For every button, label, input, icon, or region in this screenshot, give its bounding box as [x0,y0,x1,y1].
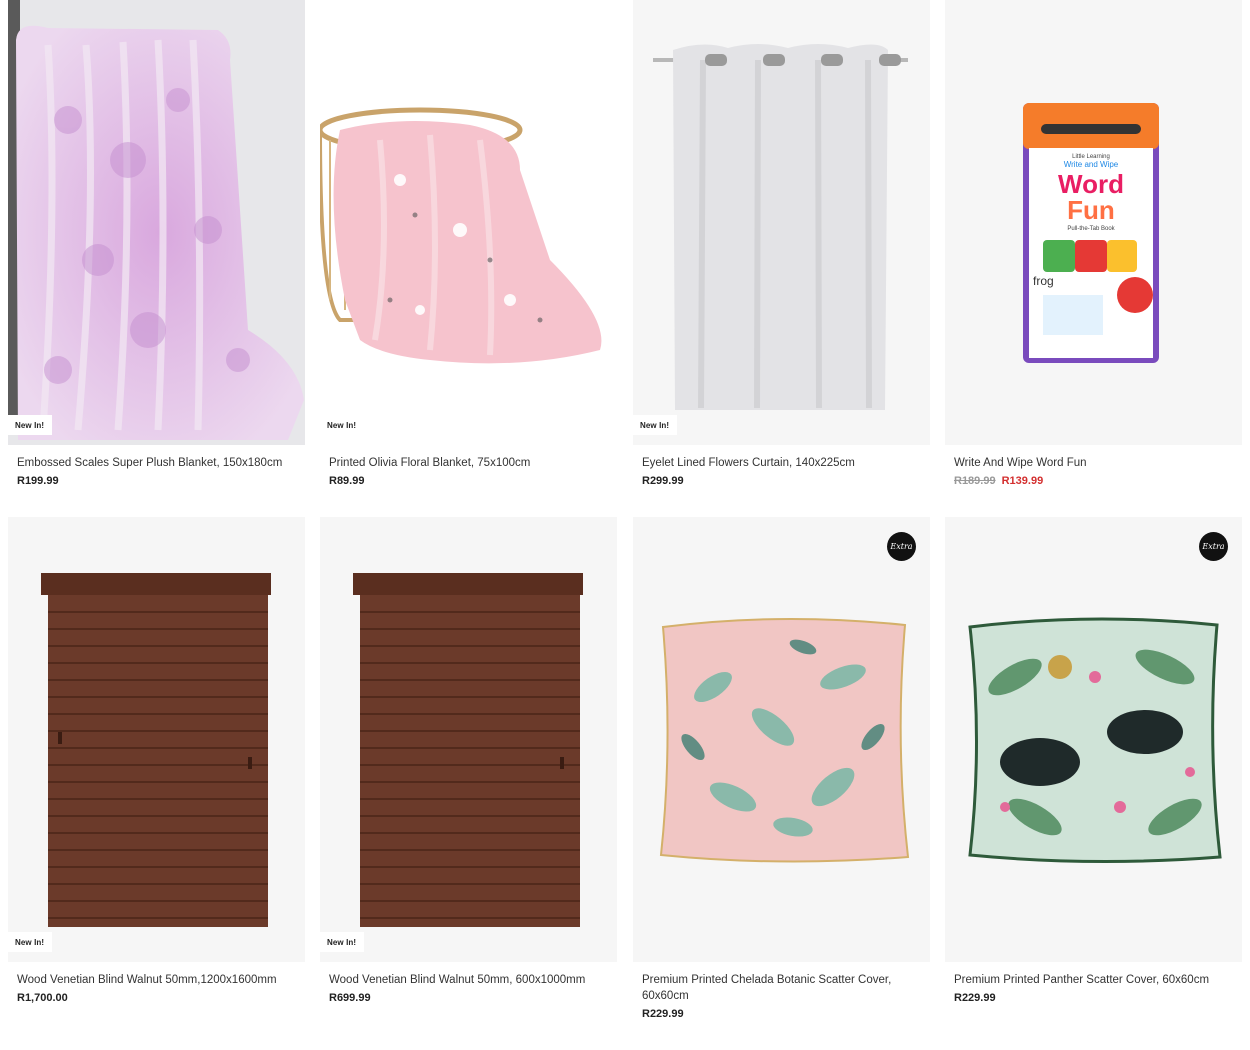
product-price: R199.99 [8,474,305,488]
current-price: R1,700.00 [17,992,68,1004]
product-price: R189.99 R139.99 [945,474,1242,488]
sale-price: R139.99 [1001,475,1044,487]
product-price: R89.99 [320,474,617,488]
extra-badge: Extra [1199,532,1228,561]
product-card[interactable]: New In! Embossed Scales Super Plush Blan… [8,0,305,488]
current-price: R699.99 [329,992,371,1004]
book-subtitle-text: Pull-the-Tab Book [1067,226,1115,232]
product-image-link[interactable]: New In! [320,517,617,962]
product-title-link[interactable]: Wood Venetian Blind Walnut 50mm,1200x160… [8,972,305,988]
product-title-link[interactable]: Premium Printed Panther Scatter Cover, 6… [945,972,1242,988]
new-in-badge: New In! [8,932,53,952]
extra-badge: Extra [887,532,916,561]
book-fun-text: Fun [1067,195,1115,225]
current-price: R199.99 [17,475,59,487]
product-image-link[interactable]: New In! [633,0,930,445]
product-grid: New In! Embossed Scales Super Plush Blan… [0,0,1250,1050]
blind-image [320,517,617,962]
product-image-link[interactable]: New In! [8,0,305,445]
product-card[interactable]: New In! Printed Olivia Floral Blanket, 7… [320,0,617,488]
product-title-link[interactable]: Printed Olivia Floral Blanket, 75x100cm [320,455,617,471]
product-price: R699.99 [320,991,617,1005]
current-price: R229.99 [954,992,996,1004]
current-price: R89.99 [329,475,365,487]
blind-image [8,517,305,962]
panther-cushion-image [945,517,1242,962]
curtain-image [633,0,930,445]
current-price: R299.99 [642,475,684,487]
new-in-badge: New In! [8,415,53,435]
product-price: R229.99 [945,991,1242,1005]
product-card[interactable]: New In! Wood Venetian Blind Walnut 50mm,… [8,517,305,1005]
new-in-badge: New In! [320,932,365,952]
product-title-link[interactable]: Eyelet Lined Flowers Curtain, 140x225cm [633,455,930,471]
product-image-link[interactable]: New In! [8,517,305,962]
was-price: R189.99 [954,475,996,487]
new-in-badge: New In! [320,415,365,435]
product-image-link[interactable]: Extra [945,517,1242,962]
product-title-link[interactable]: Wood Venetian Blind Walnut 50mm, 600x100… [320,972,617,988]
product-price: R1,700.00 [8,991,305,1005]
book-image: Little Learning Write and Wipe Word Fun … [945,0,1242,445]
book-line1-text: Write and Wipe [1064,160,1119,169]
product-image-link[interactable]: Extra [633,517,930,962]
blanket-basket-image [320,0,617,445]
product-title-link[interactable]: Write And Wipe Word Fun [945,455,1242,471]
product-image-link[interactable]: Little Learning Write and Wipe Word Fun … [945,0,1242,445]
product-title-link[interactable]: Premium Printed Chelada Botanic Scatter … [633,972,930,1004]
product-card[interactable]: New In! Wood Venetian Blind Walnut 50mm,… [320,517,617,1005]
blanket-image [8,0,305,445]
book-frog-text: frog [1033,274,1054,288]
new-in-badge: New In! [633,415,678,435]
product-card[interactable]: Little Learning Write and Wipe Word Fun … [945,0,1242,488]
product-title-link[interactable]: Embossed Scales Super Plush Blanket, 150… [8,455,305,471]
product-price: R299.99 [633,474,930,488]
product-card[interactable]: New In! Eyelet Lined Flowers Curtain, 14… [633,0,930,488]
product-price: R229.99 [633,1007,930,1021]
product-image-link[interactable]: New In! [320,0,617,445]
product-card[interactable]: Extra Premium Printed Panther Scatter Co… [945,517,1242,1005]
cushion-image [633,517,930,962]
current-price: R229.99 [642,1008,684,1020]
product-card[interactable]: Extra Premium Printed Chelada Botanic Sc… [633,517,930,1021]
